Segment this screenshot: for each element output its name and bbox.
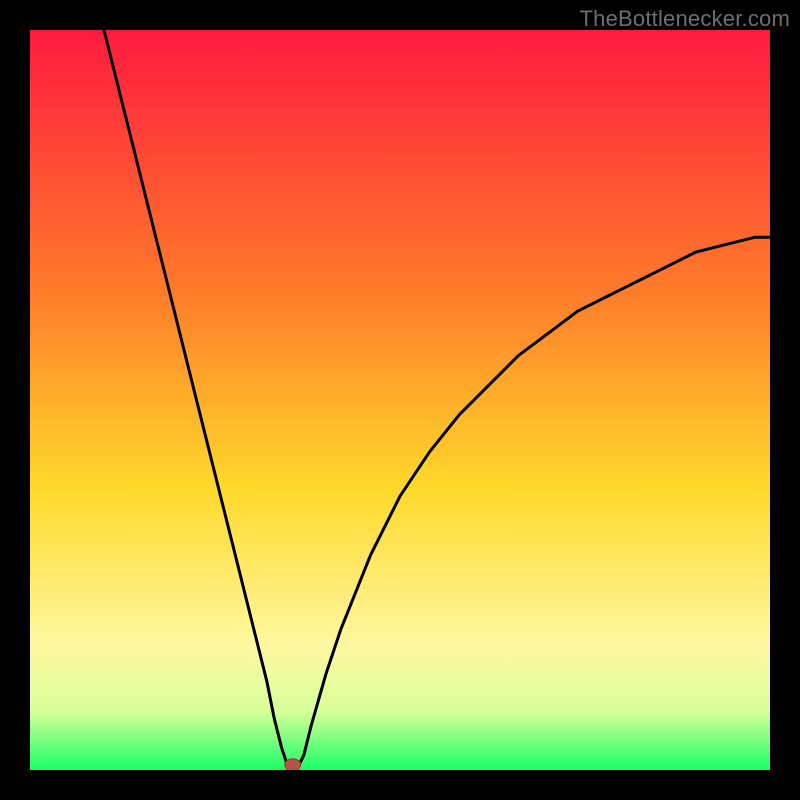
optimal-point-marker	[285, 759, 301, 770]
gradient-background	[30, 30, 770, 770]
chart-frame: TheBottlenecker.com	[0, 0, 800, 800]
watermark-text: TheBottlenecker.com	[580, 6, 790, 32]
plot-area	[30, 30, 770, 770]
bottleneck-chart	[30, 30, 770, 770]
